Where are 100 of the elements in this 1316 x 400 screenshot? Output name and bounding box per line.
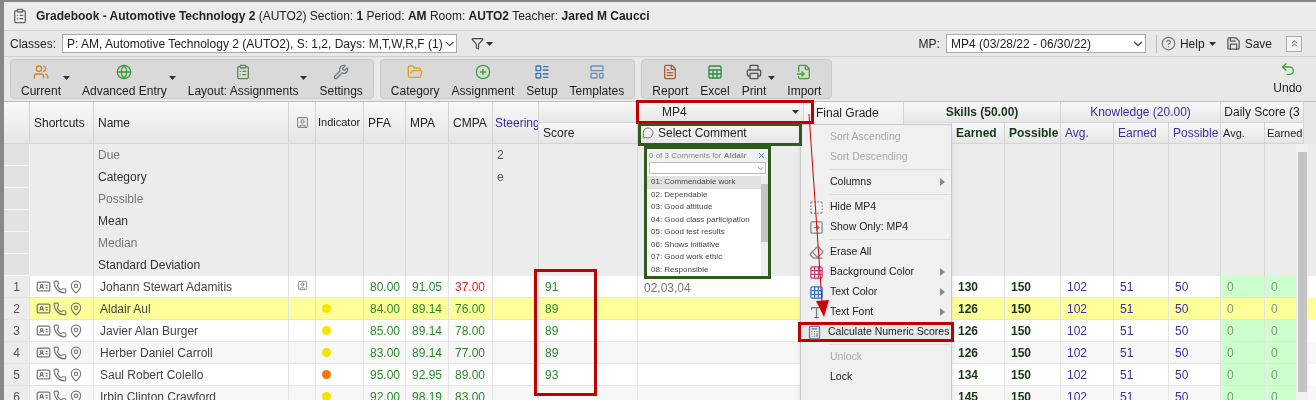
color-grid-icon: [809, 284, 824, 300]
document-icon: [662, 64, 679, 80]
toolbar-button[interactable]: Excel: [694, 60, 736, 98]
close-icon[interactable]: [757, 151, 766, 160]
contact-card-icon[interactable]: [36, 301, 51, 316]
toolbar-button[interactable]: Category: [384, 60, 446, 98]
menu-item[interactable]: Erase All: [803, 242, 949, 262]
column-header[interactable]: Indicator: [316, 102, 364, 144]
table-cell: 83.00: [449, 386, 493, 400]
map-pin-icon[interactable]: [69, 279, 83, 294]
caret-icon: [1208, 41, 1216, 46]
contact-card-icon[interactable]: [36, 323, 51, 338]
comment-option[interactable]: 04: Good class participation: [647, 213, 761, 226]
comment-option[interactable]: 05: Good test results: [647, 226, 761, 239]
caret-icon: [300, 76, 308, 80]
map-pin-icon[interactable]: [69, 301, 83, 316]
column-header[interactable]: Avg.: [1061, 123, 1114, 144]
collapse-button[interactable]: [1286, 35, 1302, 52]
phone-icon[interactable]: [53, 279, 67, 294]
menu-item[interactable]: Hide MP4: [803, 197, 949, 217]
column-header[interactable]: Earned: [952, 123, 1005, 144]
comment-option[interactable]: 02: Dependable: [647, 188, 761, 201]
help-button[interactable]: Help: [1155, 34, 1216, 53]
map-pin-icon[interactable]: [69, 345, 83, 360]
comment-option[interactable]: 03: Good attitude: [647, 201, 761, 214]
column-header[interactable]: Score: [539, 123, 638, 144]
toolbar-button[interactable]: Print: [735, 60, 782, 98]
column-header[interactable]: Shortcuts: [30, 102, 94, 144]
menu-item[interactable]: Show Only: MP4: [803, 217, 949, 237]
comment-search-field[interactable]: [649, 162, 766, 174]
printer-icon: [746, 64, 762, 80]
table-cell: 0: [1221, 276, 1265, 298]
comment-option[interactable]: 06: Shows initiative: [647, 238, 761, 251]
scrollbar[interactable]: [761, 176, 768, 276]
undo-button[interactable]: Undo: [1273, 61, 1302, 97]
summary-label: Category: [98, 169, 147, 186]
scrollbar[interactable]: [1296, 144, 1308, 400]
window-title: Gradebook - Automotive Technology 2 (AUTO2) Section: 1 Period: AM Room: AUTO2 Teacher: Jared M Caucci: [36, 8, 650, 25]
contact-card-icon[interactable]: [36, 389, 51, 400]
menu-item[interactable]: Lock: [803, 367, 949, 387]
map-pin-icon[interactable]: [69, 389, 83, 400]
column-header[interactable]: Avg.: [1221, 123, 1265, 144]
table-cell: 51: [1114, 386, 1169, 400]
column-header[interactable]: CMPA: [449, 102, 493, 144]
student-name[interactable]: Irbin Clinton Crawford: [94, 386, 289, 400]
column-header[interactable]: MPA: [406, 102, 449, 144]
toolbar-button[interactable]: Setup: [520, 60, 564, 98]
save-button[interactable]: Save: [1225, 34, 1272, 53]
folder-icon: [407, 64, 424, 80]
comment-option[interactable]: 07: Good work ethic: [647, 251, 761, 264]
map-pin-icon[interactable]: [69, 323, 83, 338]
column-header[interactable]: Name: [94, 102, 289, 144]
menu-item[interactable]: Columns: [803, 172, 949, 192]
classes-select[interactable]: P: AM, Automotive Technology 2 (AUTO2), S: 1,2, Days: M,T,W,R,F (1): [62, 34, 457, 53]
phone-icon[interactable]: [53, 323, 67, 338]
submenu-arrow-icon: [940, 178, 945, 186]
group-header: Skills (50.00): [904, 102, 1061, 123]
comment-option[interactable]: 01: Commendable work: [647, 176, 761, 189]
photo-icon: [295, 116, 309, 129]
toolbar-button[interactable]: Report: [646, 60, 695, 98]
column-header[interactable]: Possible: [1005, 123, 1061, 144]
header-cell: [4, 102, 30, 144]
row-number: 1: [4, 276, 30, 298]
caret-icon: [768, 76, 776, 80]
menu-item[interactable]: Calculate Numeric Scores: [798, 322, 954, 342]
map-pin-icon[interactable]: [69, 367, 83, 382]
submenu-arrow-icon: [940, 268, 945, 276]
eraser-icon: [809, 244, 824, 260]
summary-value: 2: [497, 147, 504, 164]
toolbar-button[interactable]: Assignment: [445, 60, 521, 98]
dashed-square-icon: [809, 199, 824, 215]
phone-icon[interactable]: [53, 345, 67, 360]
contact-card-icon[interactable]: [36, 279, 51, 294]
toolbar-button[interactable]: Layout: Assignments: [181, 60, 314, 98]
toolbar-button[interactable]: Import: [781, 60, 828, 98]
phone-icon[interactable]: [53, 301, 67, 316]
table-cell: 0: [1221, 320, 1265, 342]
column-header[interactable]: Earned: [1114, 123, 1169, 144]
toolbar-button[interactable]: Templates: [563, 60, 631, 98]
toolbar-button[interactable]: Current: [15, 60, 76, 98]
row-number: 2: [4, 298, 30, 320]
column-header[interactable]: PFA: [364, 102, 406, 144]
comment-option[interactable]: 08: Responsible: [647, 263, 761, 276]
column-header[interactable]: Possible: [1169, 123, 1221, 144]
submenu-arrow-icon: [940, 308, 945, 316]
row-number: 4: [4, 342, 30, 364]
mp-select[interactable]: MP4 (03/28/22 - 06/30/22): [945, 34, 1146, 53]
toolbar-button[interactable]: Settings: [313, 60, 369, 98]
row-number: 6: [4, 386, 30, 400]
contact-card-icon[interactable]: [36, 367, 51, 382]
phone-icon[interactable]: [53, 367, 67, 382]
filter-button[interactable]: [471, 37, 493, 50]
phone-icon[interactable]: [53, 389, 67, 400]
caret-icon: [792, 110, 799, 114]
popup-title: 0 of 3 Comments for Aldair: [649, 149, 747, 162]
contact-card-icon[interactable]: [36, 345, 51, 360]
toolbar-button[interactable]: Advanced Entry: [76, 60, 182, 98]
column-header[interactable]: Earned: [1265, 123, 1304, 144]
summary-label: Due: [98, 147, 120, 164]
caret-icon: [486, 41, 493, 46]
